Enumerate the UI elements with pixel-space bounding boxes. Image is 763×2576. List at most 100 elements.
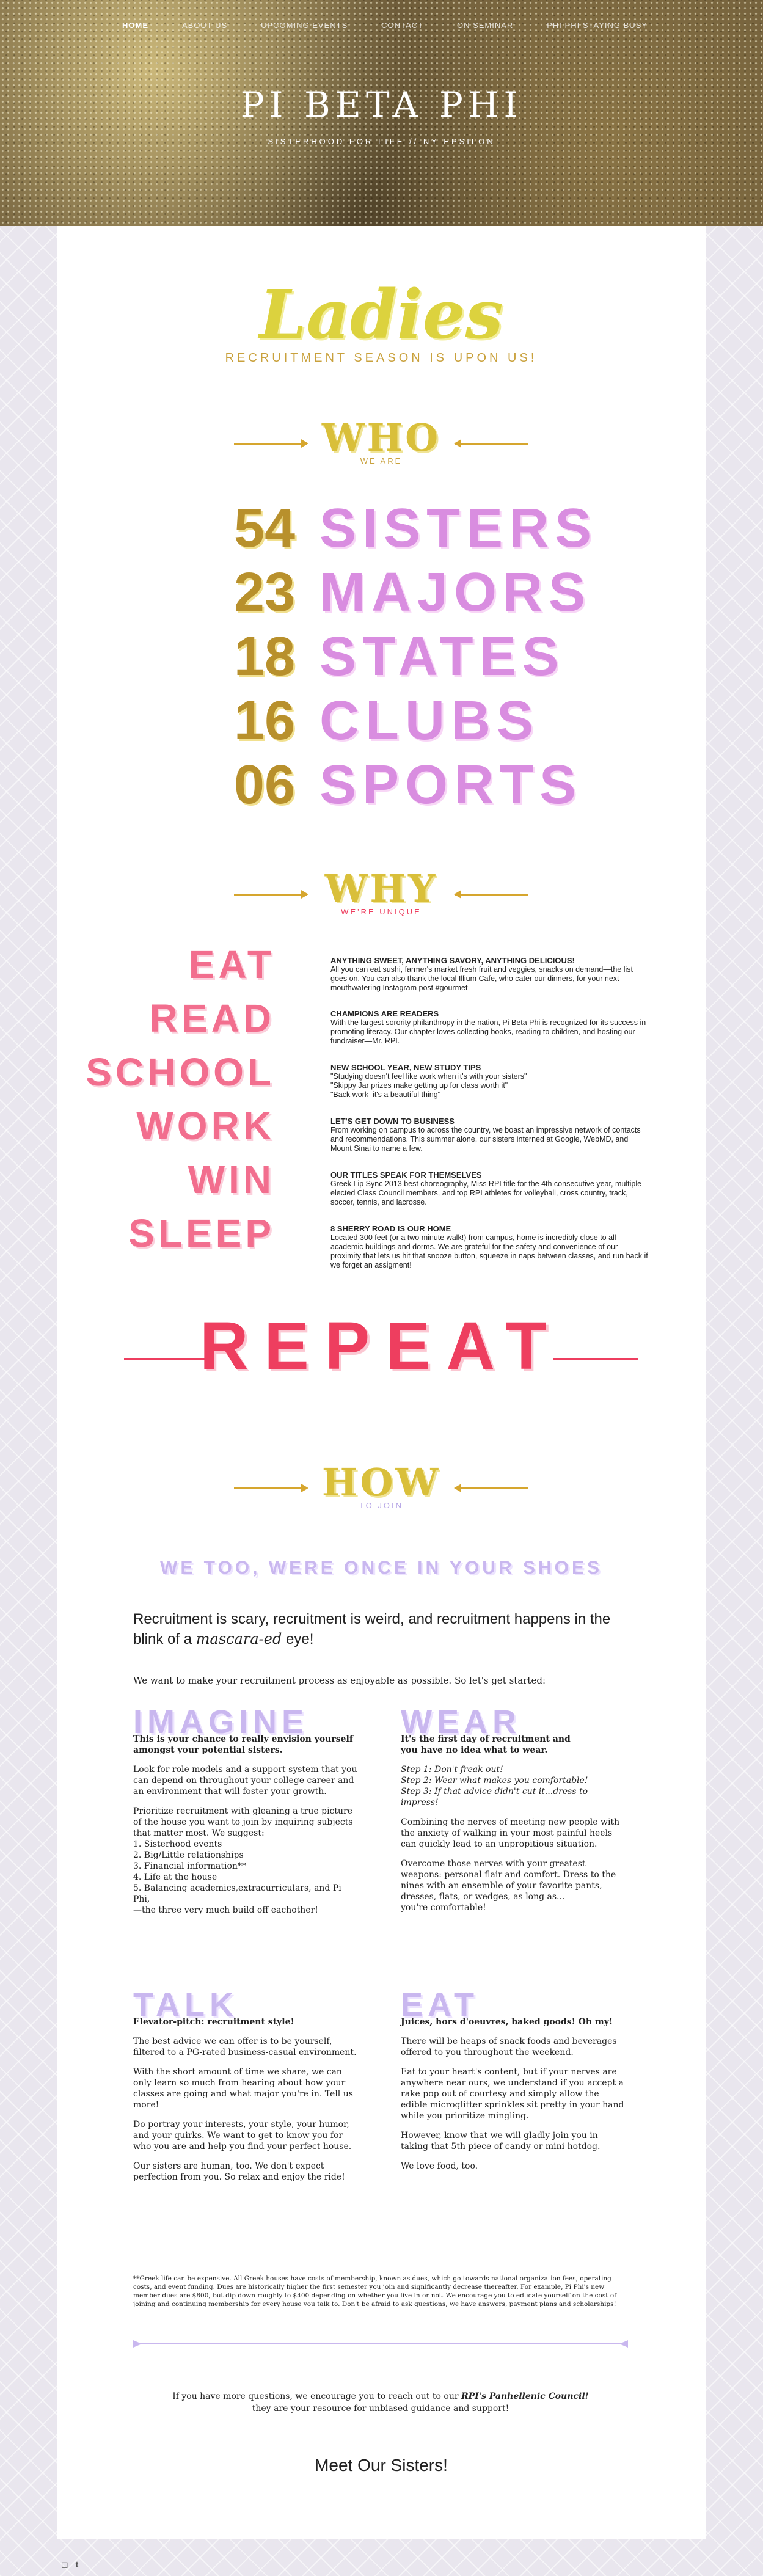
- nav-contact[interactable]: CONTACT: [381, 21, 423, 30]
- repeat-heading: REPEAT: [199, 1308, 563, 1384]
- talk-paragraph: With the short amount of time we share, …: [133, 2067, 353, 2110]
- fact-eat: ANYTHING SWEET, ANYTHING SAVORY, ANYTHIN…: [330, 956, 648, 993]
- fact-text: All you can eat sushi, farmer's market f…: [330, 965, 633, 992]
- stat-label: CLUBS: [319, 690, 539, 751]
- wear-steps: Step 1: Don't freak out! Step 2: Wear wh…: [401, 1765, 588, 1808]
- fact-text: "Studying doesn't feel like work when it…: [330, 1072, 527, 1099]
- eat-paragraph: There will be heaps of snack foods and b…: [401, 2037, 617, 2057]
- stat-row: 06 SPORTS: [191, 754, 619, 815]
- eat-lead: Juices, hors d'oeuvres, baked goods! Oh …: [401, 2017, 613, 2027]
- recruitment-subtitle: RECRUITMENT SEASON IS UPON US!: [225, 351, 538, 365]
- imagine-paragraph: Prioritize recruitment with gleaning a t…: [133, 1806, 353, 1915]
- contact-text-2: they are your resource for unbiased guid…: [252, 2404, 509, 2414]
- stat-label: SISTERS: [319, 497, 598, 559]
- main-nav: HOME ABOUT US UPCOMING EVENTS CONTACT ON…: [122, 21, 648, 30]
- shoes-heading: WE TOO, WERE ONCE IN YOUR SHOES: [160, 1558, 602, 1578]
- talk-lead: Elevator-pitch: recruitment style!: [133, 2017, 294, 2027]
- talk-heading: TALK: [133, 1987, 238, 2023]
- fact-text: Located 300 feet (or a two minute walk!)…: [330, 1233, 648, 1269]
- hero-header: HOME ABOUT US UPCOMING EVENTS CONTACT ON…: [0, 0, 763, 226]
- imagine-lead: This is your chance to really envision y…: [133, 1734, 353, 1755]
- fact-text: Greek Lip Sync 2013 best choreography, M…: [330, 1180, 642, 1206]
- verb-read: READ: [149, 996, 275, 1040]
- section-divider: [133, 2340, 628, 2348]
- fact-sleep: 8 SHERRY ROAD IS OUR HOME Located 300 fee…: [330, 1224, 648, 1270]
- meet-sisters-link[interactable]: Meet Our Sisters!: [57, 2456, 706, 2475]
- talk-column: TALK Elevator-pitch: recruitment style! …: [133, 1987, 360, 2191]
- nav-staying-busy[interactable]: PHI PHI STAYING BUSY: [547, 21, 648, 30]
- eat-paragraph: However, know that we will gladly join y…: [401, 2131, 601, 2151]
- why-heading: WHY WE'RE UNIQUE: [57, 866, 706, 916]
- talk-paragraph: Our sisters are human, too. We don't exp…: [133, 2161, 345, 2182]
- imagine-paragraph: Look for role models and a support syste…: [133, 1765, 357, 1797]
- imagine-heading: IMAGINE: [133, 1704, 309, 1740]
- intro-sub: We want to make your recruitment process…: [133, 1675, 546, 1686]
- stat-number: 23: [233, 561, 295, 623]
- how-title: HOW: [321, 1460, 441, 1505]
- nav-about[interactable]: ABOUT US: [182, 21, 227, 30]
- social-links: ◻ t: [61, 2560, 78, 2570]
- wear-column: WEAR It's the first day of recruitment a…: [401, 1704, 628, 1922]
- why-sub: WE'RE UNIQUE: [341, 907, 422, 916]
- fact-text: From working on campus to across the cou…: [330, 1126, 641, 1153]
- why-title: WHY: [324, 866, 438, 911]
- eat-column: EAT Juices, hors d'oeuvres, baked goods!…: [401, 1987, 628, 2180]
- stat-row: 23 MAJORS: [191, 562, 619, 623]
- stat-number: 16: [233, 690, 295, 751]
- fact-win: OUR TITLES SPEAK FOR THEMSELVES Greek Lip…: [330, 1170, 648, 1207]
- how-sub: TO JOIN: [359, 1501, 404, 1510]
- verb-win: WIN: [188, 1158, 275, 1202]
- fact-school: NEW SCHOOL YEAR, NEW STUDY TIPS "Studying…: [330, 1063, 648, 1100]
- verb-school: SCHOOL: [86, 1050, 275, 1094]
- fact-heading: ANYTHING SWEET, ANYTHING SAVORY, ANYTHIN…: [330, 956, 575, 965]
- ladies-heading: Ladies: [259, 275, 503, 354]
- fact-work: LET'S GET DOWN TO BUSINESS From working o…: [330, 1117, 648, 1153]
- wear-lead: It's the first day of recruitment and yo…: [401, 1734, 571, 1755]
- nav-home[interactable]: HOME: [122, 21, 148, 30]
- how-heading: HOW TO JOIN: [57, 1460, 706, 1510]
- stat-row: 54 SISTERS: [191, 498, 619, 559]
- site-tagline: SISTERHOOD FOR LIFE // NY EPSILON: [268, 137, 495, 146]
- verb-sleep: SLEEP: [128, 1211, 275, 1255]
- eat-paragraph: Eat to your heart's content, but if your…: [401, 2067, 624, 2121]
- who-sub: WE ARE: [360, 456, 403, 465]
- panhellenic-link[interactable]: RPI's Panhellenic Council!: [461, 2392, 589, 2401]
- contact-note: If you have more questions, we encourage…: [133, 2390, 628, 2415]
- wear-paragraph: Combining the nerves of meeting new peop…: [401, 1817, 620, 1849]
- nav-seminar[interactable]: ON SEMINAR: [457, 21, 513, 30]
- lead-text-end: eye!: [282, 1631, 314, 1647]
- instagram-icon[interactable]: ◻: [61, 2560, 68, 2570]
- stat-row: 16 CLUBS: [191, 690, 619, 751]
- fact-heading: 8 SHERRY ROAD IS OUR HOME: [330, 1224, 451, 1233]
- nav-events[interactable]: UPCOMING EVENTS: [261, 21, 348, 30]
- stat-number: 06: [233, 754, 295, 815]
- imagine-column: IMAGINE This is your chance to really en…: [133, 1704, 360, 1924]
- talk-paragraph: The best advice we can offer is to be yo…: [133, 2037, 357, 2057]
- fact-heading: OUR TITLES SPEAK FOR THEMSELVES: [330, 1170, 482, 1180]
- eat-paragraph: We love food, too.: [401, 2161, 478, 2171]
- fact-text: With the largest sorority philanthropy i…: [330, 1018, 646, 1045]
- talk-paragraph: Do portray your interests, your style, y…: [133, 2120, 352, 2151]
- who-title: WHO: [321, 415, 441, 460]
- wear-paragraph: Overcome those nerves with your greatest…: [401, 1859, 616, 1913]
- stat-number: 18: [233, 626, 295, 687]
- eat-heading: EAT: [401, 1987, 479, 2023]
- who-heading: WHO WE ARE: [57, 415, 706, 465]
- fact-read: CHAMPIONS ARE READERS With the largest so…: [330, 1009, 648, 1046]
- content-panel: Ladies RECRUITMENT SEASON IS UPON US! WH…: [57, 226, 706, 2539]
- contact-text: If you have more questions, we encourage…: [172, 2392, 461, 2401]
- lead-emphasis: mascara-ed: [195, 1630, 282, 1647]
- tumblr-icon[interactable]: t: [76, 2560, 79, 2570]
- fact-heading: CHAMPIONS ARE READERS: [330, 1009, 439, 1018]
- fact-heading: LET'S GET DOWN TO BUSINESS: [330, 1117, 455, 1126]
- dues-footnote: **Greek life can be expensive. All Greek…: [133, 2275, 617, 2308]
- stat-label: STATES: [319, 626, 565, 687]
- verb-eat: EAT: [188, 943, 275, 987]
- stat-row: 18 STATES: [191, 626, 619, 687]
- verb-work: WORK: [136, 1104, 275, 1148]
- stat-number: 54: [233, 497, 295, 559]
- wear-heading: WEAR: [401, 1704, 521, 1740]
- site-title[interactable]: PI BETA PHI: [0, 84, 763, 126]
- stat-label: MAJORS: [319, 561, 592, 623]
- stat-label: SPORTS: [319, 754, 583, 815]
